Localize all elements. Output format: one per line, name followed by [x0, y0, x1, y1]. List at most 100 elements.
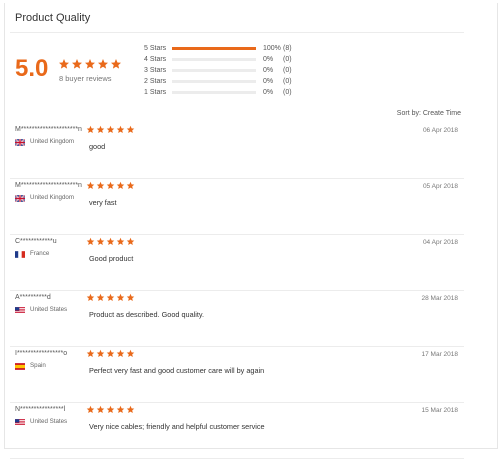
star-icon	[126, 237, 135, 245]
star-icon	[116, 181, 125, 189]
histogram-count: (0)	[283, 89, 292, 96]
reviewer-name: M*********************n	[15, 126, 82, 133]
star-icon	[116, 125, 125, 133]
review-text: very fast	[89, 198, 117, 207]
histogram-bar	[172, 91, 256, 94]
review-star-rating	[86, 181, 135, 190]
star-icon	[86, 125, 95, 133]
star-icon	[96, 349, 105, 357]
review-item: A**********d 28 Mar 2018 United States P…	[10, 290, 464, 347]
star-icon	[106, 125, 115, 133]
histogram-label: 5 Stars	[144, 45, 167, 52]
histogram-bar	[172, 47, 256, 50]
star-icon	[96, 405, 105, 413]
star-icon	[116, 405, 125, 413]
histogram-row-2[interactable]: 2 Stars 0% (0)	[144, 76, 292, 87]
reviewer-name: I*****************o	[15, 350, 68, 357]
star-icon	[126, 181, 135, 189]
star-icon	[126, 125, 135, 133]
star-icon	[59, 59, 69, 69]
us-flag-icon	[15, 307, 25, 314]
histogram-count: (8)	[283, 45, 292, 52]
star-icon	[111, 59, 121, 69]
star-icon	[116, 349, 125, 357]
review-text: Good product	[89, 254, 134, 263]
star-icon	[96, 237, 105, 245]
star-icon	[106, 349, 115, 357]
review-date: 17 Mar 2018	[421, 351, 459, 358]
buyer-review-count: 8 buyer reviews	[59, 74, 112, 83]
reviewer-name: C************u	[15, 238, 57, 245]
average-score: 5.0	[15, 55, 49, 82]
average-star-rating	[58, 58, 122, 70]
histogram-bar-fill	[172, 47, 256, 50]
review-star-rating	[86, 125, 135, 134]
histogram-count: (0)	[283, 67, 292, 74]
review-text: good	[89, 142, 106, 151]
star-icon	[86, 181, 95, 189]
reviewer-name: M*********************n	[15, 182, 82, 189]
review-text: Product as described. Good quality.	[89, 310, 205, 319]
review-text: Very nice cables; friendly and helpful c…	[89, 422, 265, 431]
star-icon	[116, 237, 125, 245]
histogram-label: 4 Stars	[144, 56, 167, 63]
histogram-bar	[172, 69, 256, 72]
star-icon	[126, 405, 135, 413]
reviewer-country: United Kingdom	[30, 138, 75, 145]
histogram-row-1[interactable]: 1 Stars 0% (0)	[144, 87, 292, 98]
uk-flag-icon	[15, 139, 25, 146]
review-text: Perfect very fast and good customer care…	[89, 366, 265, 375]
histogram-label: 1 Stars	[144, 89, 167, 96]
star-icon	[96, 181, 105, 189]
histogram-row-5[interactable]: 5 Stars 100% (8)	[144, 43, 292, 54]
histogram-label: 3 Stars	[144, 67, 167, 74]
histogram-label: 2 Stars	[144, 78, 167, 85]
reviewer-country: United States	[30, 306, 68, 313]
histogram-row-4[interactable]: 4 Stars 0% (0)	[144, 54, 292, 65]
star-icon	[106, 405, 115, 413]
star-icon	[116, 293, 125, 301]
histogram-percent: 0%	[263, 78, 274, 85]
review-item: M*********************n 06 Apr 2018 Unit…	[10, 122, 464, 179]
star-icon	[98, 59, 108, 69]
reviewer-country: United Kingdom	[30, 194, 75, 201]
review-item: M*********************n 05 Apr 2018 Unit…	[10, 178, 464, 235]
star-icon	[72, 59, 82, 69]
review-date: 05 Apr 2018	[422, 183, 458, 190]
review-item: N****************l 15 Mar 2018 United St…	[10, 402, 464, 459]
review-date: 06 Apr 2018	[422, 127, 458, 134]
review-date: 28 Mar 2018	[421, 295, 459, 302]
review-star-rating	[86, 405, 135, 414]
star-icon	[106, 181, 115, 189]
reviewer-name: N****************l	[15, 406, 66, 413]
histogram-row-3[interactable]: 3 Stars 0% (0)	[144, 65, 292, 76]
star-icon	[96, 293, 105, 301]
star-icon	[86, 405, 95, 413]
review-star-rating	[86, 237, 135, 246]
star-icon	[126, 293, 135, 301]
histogram-count: (0)	[283, 78, 292, 85]
review-item: C************u 04 Apr 2018 France Good p…	[10, 234, 464, 291]
histogram-percent: 0%	[263, 56, 274, 63]
spain-flag-icon	[15, 363, 25, 370]
histogram-count: (0)	[283, 56, 292, 63]
star-icon	[106, 293, 115, 301]
star-icon	[85, 59, 95, 69]
histogram-bar	[172, 58, 256, 61]
reviewer-country: Spain	[30, 362, 46, 369]
star-icon	[86, 293, 95, 301]
review-star-rating	[86, 349, 135, 358]
reviewer-name: A**********d	[15, 294, 51, 301]
star-icon	[106, 237, 115, 245]
rating-histogram: 5 Stars 100% (8) 4 Stars 0% (0) 3 Stars …	[144, 43, 292, 98]
us-flag-icon	[15, 419, 25, 426]
france-flag-icon	[15, 251, 25, 258]
review-date: 15 Mar 2018	[421, 407, 459, 414]
title-divider	[10, 32, 464, 33]
reviewer-country: United States	[30, 418, 68, 425]
review-star-rating	[86, 293, 135, 302]
histogram-percent: 0%	[263, 89, 274, 96]
section-title: Product Quality	[15, 12, 91, 24]
star-icon	[96, 125, 105, 133]
sort-by-create-time[interactable]: Sort by: Create Time	[397, 110, 461, 117]
